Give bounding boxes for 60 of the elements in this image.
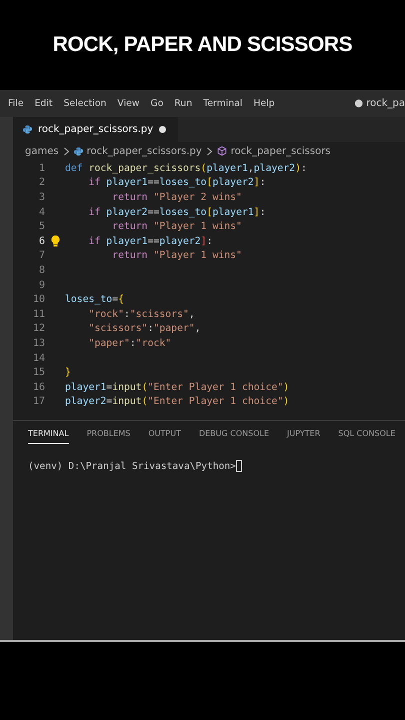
menu-item[interactable]: Help — [254, 98, 275, 109]
chevron-icon — [62, 146, 70, 156]
breadcrumb-item[interactable]: rock_paper_scissors — [230, 146, 331, 156]
line-number: 15 — [32, 367, 45, 378]
line-number: 14 — [32, 352, 45, 364]
line-number: 5 — [38, 221, 45, 232]
menu-item[interactable]: Go — [150, 98, 164, 109]
breadcrumb-item[interactable]: rock_paper_scissors.py — [86, 146, 202, 156]
chevron-icon — [206, 146, 213, 156]
code-line: "scissors":"paper", — [88, 323, 201, 334]
line-number: 6 — [38, 236, 45, 247]
code-line: if player2==loses_to[player1]: — [88, 206, 266, 218]
panel-tab[interactable]: SQL CONSOLE — [338, 429, 396, 444]
line-number: 3 — [38, 192, 45, 203]
line-number: 1 — [38, 162, 45, 174]
line-number: 7 — [38, 250, 45, 262]
line-number: 11 — [32, 308, 45, 320]
line-number: 2 — [38, 177, 45, 188]
menu-item[interactable]: Selection — [64, 98, 106, 109]
panel-tab[interactable]: JUPYTER — [287, 429, 320, 444]
line-number: 8 — [38, 264, 45, 276]
code-line: "paper":"rock" — [88, 338, 172, 349]
line-number: 12 — [32, 323, 45, 334]
line-number: 13 — [32, 338, 45, 349]
panel-tab[interactable]: PROBLEMS — [86, 429, 130, 444]
code-line: return "Player 1 wins" — [111, 250, 242, 262]
code-line: return "Player 2 wins" — [111, 192, 242, 203]
line-number: 17 — [32, 396, 45, 408]
terminal-cursor-icon — [236, 460, 242, 472]
code-line: } — [65, 367, 71, 378]
code-line: loses_to={ — [65, 294, 124, 306]
code-line: if player1==loses_to[player2]: — [88, 177, 266, 188]
python-file-icon — [74, 146, 83, 156]
code-line: if player1==player2]: — [88, 236, 212, 247]
breadcrumb-item[interactable]: games — [25, 146, 59, 156]
menu-item[interactable]: View — [117, 98, 140, 109]
terminal-prompt: (venv) D:\Pranjal Srivastava\Python> — [28, 460, 236, 472]
editor-tab[interactable]: rock_paper_scissors.py — [13, 117, 178, 142]
panel-tab[interactable]: OUTPUT — [148, 429, 181, 444]
unsaved-dot-icon — [159, 126, 166, 133]
line-number: 16 — [32, 382, 45, 393]
line-number: 9 — [38, 280, 45, 291]
line-number: 4 — [38, 206, 45, 218]
code-line: def rock_paper_scissors(player1,player2): — [65, 162, 307, 174]
code-line: player1=input("Enter Player 1 choice") — [65, 382, 290, 393]
code-line: player2=input("Enter Player 1 choice") — [65, 396, 290, 408]
window-title: ● rock_pa — [354, 98, 405, 109]
menu-item[interactable]: Edit — [34, 98, 53, 109]
video-title: ROCK, PAPER AND SCISSORS — [52, 33, 352, 57]
menu-item[interactable]: Terminal — [203, 98, 243, 109]
cube-icon — [216, 146, 227, 156]
panel-tab[interactable]: DEBUG CONSOLE — [198, 429, 270, 444]
code-line: return "Player 1 wins" — [111, 221, 242, 232]
code-line: "rock":"scissors", — [88, 308, 195, 320]
python-file-icon — [23, 125, 32, 134]
line-number: 10 — [32, 294, 45, 306]
menu-item[interactable]: Run — [174, 98, 192, 109]
panel-tab[interactable]: TERMINAL — [28, 429, 69, 444]
lightbulb-icon[interactable] — [50, 235, 60, 248]
menu-item[interactable]: File — [8, 98, 24, 109]
